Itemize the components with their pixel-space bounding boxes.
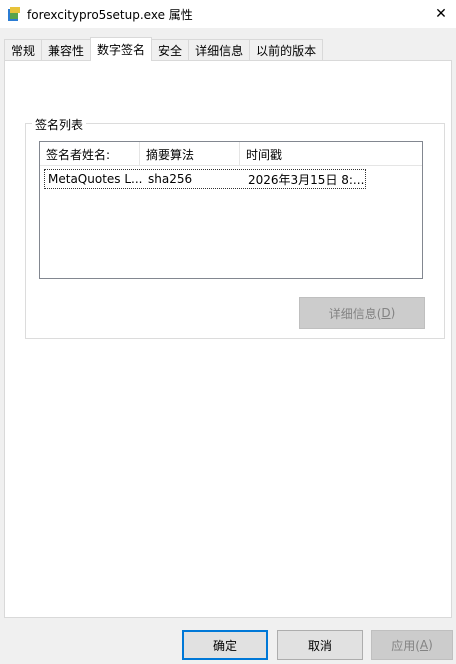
close-button[interactable]: ✕ bbox=[426, 0, 456, 28]
signature-list-title: 签名列表 bbox=[32, 116, 87, 133]
window-title: forexcitypro5setup.exe 属性 bbox=[27, 8, 193, 22]
tab-digital-signatures[interactable]: 数字签名 bbox=[90, 37, 153, 61]
apply-button[interactable]: 应用(A) bbox=[371, 630, 453, 660]
signature-listview[interactable]: 签名者姓名: 摘要算法 时间戳 MetaQuotes L... sha256 2… bbox=[39, 141, 423, 279]
signature-row[interactable]: MetaQuotes L... sha256 2026年3月15日 8:... bbox=[44, 169, 366, 189]
column-signer-name[interactable]: 签名者姓名: bbox=[40, 142, 140, 166]
timestamp-cell: 2026年3月15日 8:... bbox=[248, 172, 365, 187]
signatures-panel: 签名列表 签名者姓名: 摘要算法 时间戳 MetaQuotes L... sha… bbox=[4, 60, 452, 618]
apply-button-suffix: ) bbox=[428, 638, 433, 652]
list-header: 签名者姓名: 摘要算法 时间戳 bbox=[40, 142, 422, 166]
title-bar: forexcitypro5setup.exe 属性 ✕ bbox=[0, 0, 456, 28]
tab-previous-versions[interactable]: 以前的版本 bbox=[249, 39, 324, 61]
algorithm-cell: sha256 bbox=[148, 172, 193, 186]
details-button-suffix: ) bbox=[390, 306, 396, 320]
details-button-hotkey: D bbox=[381, 306, 391, 320]
tab-strip: 常规 兼容性 数字签名 安全 详细信息 以前的版本 bbox=[4, 37, 324, 61]
signer-name-cell: MetaQuotes L... bbox=[48, 172, 143, 186]
details-button[interactable]: 详细信息(D) bbox=[299, 297, 425, 329]
ok-button[interactable]: 确定 bbox=[182, 630, 268, 660]
tab-compatibility[interactable]: 兼容性 bbox=[41, 39, 92, 61]
dialog-body: 常规 兼容性 数字签名 安全 详细信息 以前的版本 签名列表 签名者姓名: 摘要… bbox=[0, 28, 456, 664]
tab-security[interactable]: 安全 bbox=[151, 39, 190, 61]
signature-list-group: 签名列表 签名者姓名: 摘要算法 时间戳 MetaQuotes L... sha… bbox=[25, 116, 445, 339]
tab-general[interactable]: 常规 bbox=[4, 39, 43, 61]
column-digest-algorithm[interactable]: 摘要算法 bbox=[140, 142, 240, 166]
details-button-label: 详细信息( bbox=[328, 306, 382, 321]
tab-details[interactable]: 详细信息 bbox=[188, 39, 251, 61]
column-timestamp[interactable]: 时间戳 bbox=[240, 142, 422, 166]
cancel-button[interactable]: 取消 bbox=[277, 630, 363, 660]
apply-button-label: 应用( bbox=[391, 638, 420, 653]
apply-button-hotkey: A bbox=[419, 638, 429, 652]
setup-installer-icon bbox=[7, 6, 21, 22]
